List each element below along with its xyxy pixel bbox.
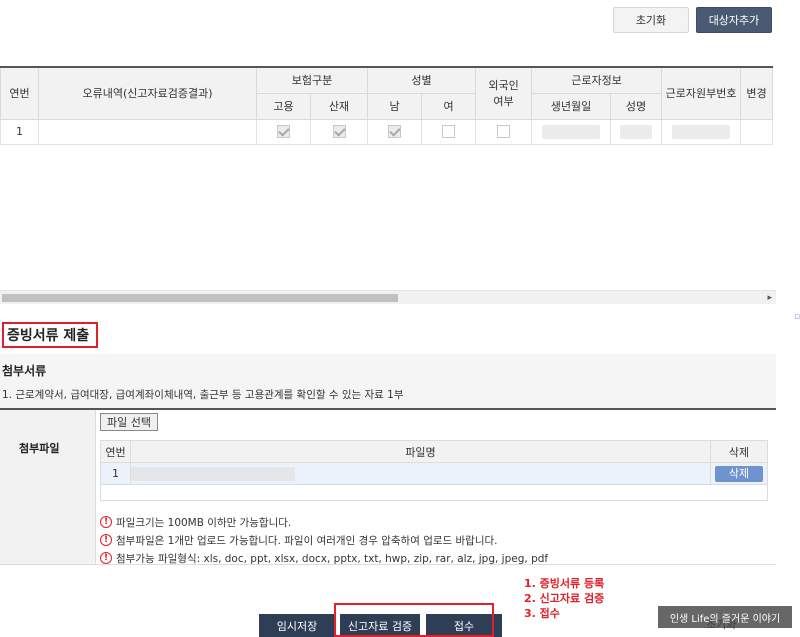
reset-button[interactable]: 초기화 <box>613 7 689 33</box>
warning-icon: ! <box>100 516 112 528</box>
header-foreigner-line2: 여부 <box>493 95 514 109</box>
file-select-button[interactable]: 파일 선택 <box>100 413 158 431</box>
female-checkbox[interactable] <box>442 125 456 139</box>
add-target-button[interactable]: 대상자추가 <box>696 7 772 33</box>
header-name: 성명 <box>610 92 663 120</box>
attach-label-cell: 첨부파일 <box>0 410 96 565</box>
header-female: 여 <box>421 92 477 120</box>
header-male: 남 <box>367 92 423 120</box>
header-foreigner: 외국인 여부 <box>475 66 533 120</box>
note-item: ! 첨부가능 파일형식: xls, doc, ppt, xlsx, docx, p… <box>100 549 548 567</box>
watermark: 인생 Life의 즐거운 이야기 <box>658 606 792 628</box>
highlight-box <box>334 603 494 637</box>
accident-checkbox[interactable] <box>332 125 346 139</box>
worker-id-redacted <box>672 124 731 139</box>
employment-checkbox[interactable] <box>277 125 290 139</box>
scroll-right-icon[interactable]: ▸ <box>767 291 772 305</box>
header-foreigner-line1: 외국인 <box>488 79 519 93</box>
header-employment: 고용 <box>256 92 311 120</box>
foreigner-checkbox[interactable] <box>497 125 511 139</box>
worker-grid: 연번 오류내역(신고자료검증결과) 보험구분 성별 외국인 여부 근로자정보 근… <box>0 66 774 145</box>
warning-icon: ! <box>100 534 112 546</box>
table-row[interactable]: 1 삭제 <box>100 462 768 485</box>
header-gender: 성별 <box>367 66 477 94</box>
header-worker-id: 근로자원부번호 <box>661 66 742 120</box>
birth-redacted <box>542 124 601 139</box>
horizontal-scrollbar[interactable]: ▸ <box>0 290 776 304</box>
attach-description: 1. 근로계약서, 급여대장, 급여계좌이체내역, 출근부 등 고용관계를 확인… <box>2 389 404 401</box>
section-title: 증빙서류 제출 <box>2 322 98 348</box>
notes-list: ! 파일크기는 100MB 이하만 가능합니다. ! 첨부파일은 1개만 업로드 가… <box>100 513 548 567</box>
header-insurance: 보험구분 <box>255 66 369 94</box>
attach-info-box: 첨부서류 1. 근로계약서, 급여대장, 급여계좌이체내역, 출근부 등 고용관… <box>0 354 776 410</box>
header-birth: 생년월일 <box>531 92 612 120</box>
page: 초기화 대상자추가 연번 오류내역(신고자료검증결과) 보험구분 성별 외국인 … <box>0 0 800 637</box>
delete-button[interactable]: 삭제 <box>715 465 763 482</box>
annotation-step: 3. 접수 <box>524 607 560 620</box>
note-item: ! 첨부파일은 1개만 업로드 가능합니다. 파일이 여러개인 경우 압축하여 업… <box>100 531 548 549</box>
header-worker-info: 근로자정보 <box>531 66 663 94</box>
file-header-filename: 파일명 <box>130 440 711 463</box>
attach-label: 첨부파일 <box>19 442 60 455</box>
annotation-steps: 1. 증빙서류 등록 2. 신고자료 검증 3. 접수 <box>524 576 604 621</box>
warning-icon: ! <box>100 552 112 564</box>
attach-title: 첨부서류 <box>2 364 47 378</box>
file-row-seq: 1 <box>100 462 131 485</box>
header-error: 오류내역(신고자료검증결과) <box>38 66 257 120</box>
table-row[interactable]: 1 <box>0 118 774 145</box>
name-redacted <box>620 124 653 139</box>
header-accident: 산재 <box>309 92 369 120</box>
edge-marker-icon: ▫ <box>794 312 800 322</box>
file-table: 연번 파일명 삭제 1 삭제 <box>100 440 768 501</box>
header-seq: 연번 <box>0 66 39 120</box>
file-header-delete: 삭제 <box>710 440 768 463</box>
file-header-seq: 연번 <box>100 440 131 463</box>
annotation-step: 2. 신고자료 검증 <box>524 592 605 605</box>
note-item: ! 파일크기는 100MB 이하만 가능합니다. <box>100 513 548 531</box>
filename-redacted <box>131 466 295 481</box>
header-change: 변경 <box>740 66 774 120</box>
row-error <box>38 118 257 145</box>
annotation-step: 1. 증빙서류 등록 <box>524 577 605 590</box>
scrollbar-thumb[interactable] <box>2 294 398 302</box>
row-seq: 1 <box>0 118 39 145</box>
male-checkbox[interactable] <box>388 125 402 139</box>
temp-save-button[interactable]: 임시저장 <box>259 614 335 637</box>
